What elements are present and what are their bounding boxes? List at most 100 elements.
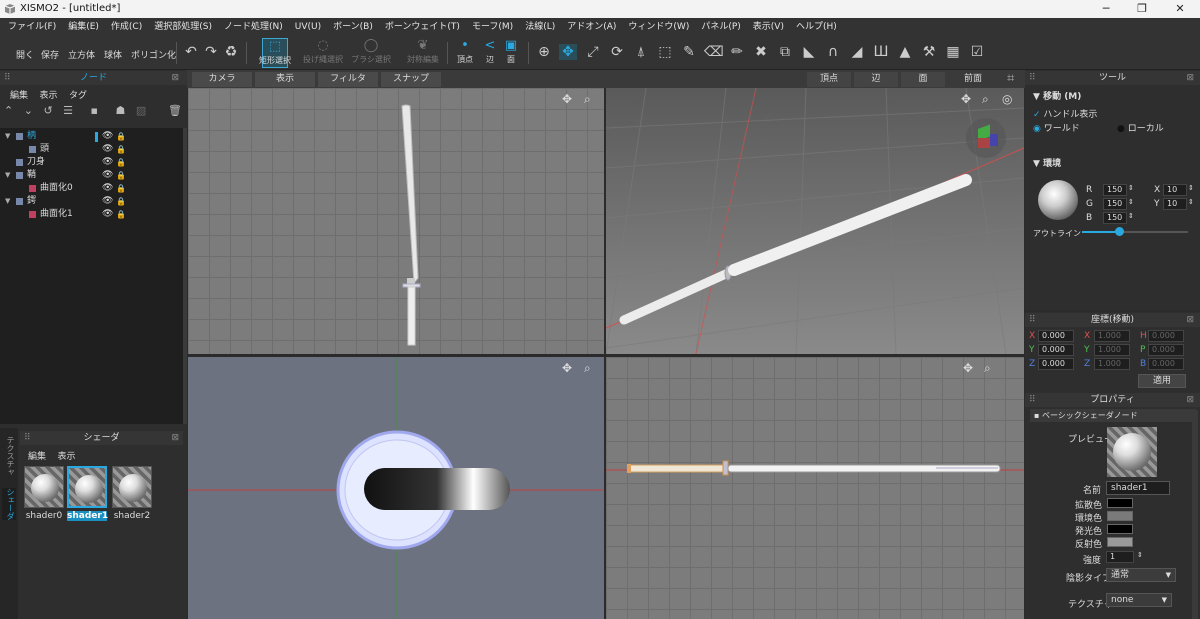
intensity-input[interactable]: 1 <box>1106 551 1134 563</box>
tree-row[interactable]: ▼ 柄 👁 🔒 <box>0 130 183 143</box>
minimize-button[interactable]: ─ <box>1090 0 1122 18</box>
property-scrollbar[interactable] <box>1192 410 1198 619</box>
shade-type-select[interactable]: 通常 ▼ <box>1106 568 1176 582</box>
tree-row[interactable]: ▼ 鍔 👁 🔒 <box>0 195 183 208</box>
pos-y-input[interactable]: 0.000 <box>1038 344 1074 356</box>
trash-icon[interactable]: 🗑 <box>168 104 182 117</box>
save-button[interactable]: 保存 <box>41 48 59 61</box>
menu-panel[interactable]: パネル(P) <box>693 18 744 36</box>
stepper-icon[interactable]: ⇕ <box>1128 212 1134 220</box>
move-up-icon[interactable]: ⌃ <box>4 104 13 117</box>
menu-morph[interactable]: モーフ(M) <box>464 18 517 36</box>
shader-label[interactable]: shader1 <box>67 511 108 521</box>
lock-icon[interactable]: 🔒 <box>116 169 126 182</box>
tree-row[interactable]: ▼ 鞘 👁 🔒 <box>0 169 183 182</box>
outline-slider-track[interactable] <box>1082 227 1188 236</box>
sym-edit-button[interactable]: ❦ 対称編集 <box>407 38 439 68</box>
shader-label[interactable]: shader0 <box>24 511 64 521</box>
polygon-button[interactable]: ポリゴン化 <box>131 48 176 61</box>
visibility-eye-icon[interactable]: 👁 <box>102 156 113 169</box>
menu-create[interactable]: 作成(C) <box>103 18 146 36</box>
shader-swatch[interactable] <box>67 466 107 508</box>
scale-tool-icon[interactable]: ⤢ <box>584 44 602 60</box>
lock-icon[interactable]: 🔒 <box>116 130 126 143</box>
menu-help[interactable]: ヘルプ(H) <box>788 18 841 36</box>
lock-icon[interactable]: 🔒 <box>116 143 126 156</box>
move-tool-icon[interactable]: ✥ <box>559 44 577 60</box>
menu-window[interactable]: ウィンドウ(W) <box>620 18 693 36</box>
expand-arrow-icon[interactable]: ▼ <box>5 195 10 208</box>
pencil-icon[interactable]: ✏ <box>728 44 746 60</box>
shader-menu-edit[interactable]: 編集 <box>28 452 46 462</box>
grid-icon[interactable]: ▪ <box>91 104 98 117</box>
pos-x-input[interactable]: 0.000 <box>1038 330 1074 342</box>
tab-face[interactable]: 面 <box>901 72 945 87</box>
expand-arrow-icon[interactable]: ▼ <box>5 169 10 182</box>
stepper-icon[interactable]: ⇕ <box>1128 184 1134 192</box>
rot-h-input[interactable]: 0.000 <box>1148 330 1184 342</box>
r-input[interactable]: 150 <box>1103 184 1127 196</box>
knife-icon[interactable]: ✖ <box>752 44 770 60</box>
front-view-label[interactable]: 前面 <box>948 72 998 87</box>
scale-z-input[interactable]: 1.000 <box>1094 358 1130 370</box>
maximize-button[interactable]: ❐ <box>1126 0 1158 18</box>
g-input[interactable]: 150 <box>1103 198 1127 210</box>
b-input[interactable]: 150 <box>1103 212 1127 224</box>
cube-button[interactable]: 立方体 <box>68 48 95 61</box>
camera-dropdown[interactable]: カメラ <box>192 72 252 87</box>
viewport-perspective[interactable]: ✥ ⌕ ◎ <box>606 88 1024 354</box>
diffuse-color-swatch[interactable] <box>1107 498 1133 508</box>
local-radio[interactable]: ● ローカル <box>1117 121 1164 134</box>
menu-view[interactable]: 表示(V) <box>745 18 788 36</box>
tree-row[interactable]: 曲面化1 👁 🔒 <box>0 208 183 221</box>
tab-edge[interactable]: 辺 <box>854 72 898 87</box>
bevel-icon[interactable]: ◣ <box>800 44 818 60</box>
panel-close-icon[interactable]: ⊠ <box>171 431 179 445</box>
menu-node[interactable]: ノード処理(N) <box>216 18 287 36</box>
box-icon[interactable]: ▨ <box>136 104 146 117</box>
visibility-eye-icon[interactable]: 👁 <box>102 182 113 195</box>
emissive-color-swatch[interactable] <box>1107 524 1133 534</box>
rect-select-button[interactable]: ⬚ 矩形選択 <box>259 38 291 68</box>
node-menu-tag[interactable]: タグ <box>69 91 87 101</box>
node-menu-view[interactable]: 表示 <box>39 91 57 101</box>
menu-bone-weight[interactable]: ボーンウェイト(T) <box>377 18 464 36</box>
x-input[interactable]: 10 <box>1163 184 1187 196</box>
shader-menu-view[interactable]: 表示 <box>57 452 75 462</box>
extrude-icon[interactable]: ◢ <box>848 44 866 60</box>
filter-dropdown[interactable]: フィルタ <box>318 72 378 87</box>
shader-swatch[interactable] <box>112 466 152 508</box>
visibility-eye-icon[interactable]: 👁 <box>102 169 113 182</box>
env-section-title[interactable]: ▼ 環境 <box>1033 156 1061 169</box>
pos-z-input[interactable]: 0.000 <box>1038 358 1074 370</box>
viewport-top[interactable]: ✥ ⌕ <box>188 357 604 619</box>
name-input[interactable]: shader1 <box>1106 481 1170 495</box>
face-mode-button[interactable]: ▣ 面 <box>498 38 524 68</box>
move-down-icon[interactable]: ⌄ <box>24 104 33 117</box>
menu-file[interactable]: ファイル(F) <box>0 18 60 36</box>
menu-edit[interactable]: 編集(E) <box>60 18 103 36</box>
expand-arrow-icon[interactable]: ▼ <box>5 130 10 143</box>
view-dropdown[interactable]: 表示 <box>255 72 315 87</box>
visibility-eye-icon[interactable]: 👁 <box>102 143 113 156</box>
sphere-button[interactable]: 球体 <box>104 48 122 61</box>
viewport-side[interactable]: ✥ ⌕ <box>606 357 1024 619</box>
lasso-select-button[interactable]: ◌ 投げ縄選択 <box>303 38 343 68</box>
drag-handle-icon[interactable]: ⠿ <box>4 71 11 85</box>
rot-p-input[interactable]: 0.000 <box>1148 344 1184 356</box>
boolean-icon[interactable]: ⧉ <box>776 44 794 60</box>
menu-selection[interactable]: 選択部処理(S) <box>146 18 216 36</box>
stepper-icon[interactable]: ⇕ <box>1128 198 1134 206</box>
specular-color-swatch[interactable] <box>1107 537 1133 547</box>
node-menu-edit[interactable]: 編集 <box>10 91 28 101</box>
users-icon[interactable]: ☗ <box>115 104 125 117</box>
scale-x-input[interactable]: 1.000 <box>1094 330 1130 342</box>
viewport-front[interactable]: ✥ ⌕ <box>188 88 604 354</box>
visibility-eye-icon[interactable]: 👁 <box>102 208 113 221</box>
lock-icon[interactable]: 🔒 <box>116 156 126 169</box>
scale-y-input[interactable]: 1.000 <box>1094 344 1130 356</box>
bag-icon[interactable]: ▲ <box>896 44 914 60</box>
ambient-color-swatch[interactable] <box>1107 511 1133 521</box>
drag-handle-icon[interactable]: ⠿ <box>1029 71 1036 85</box>
panel-close-icon[interactable]: ⊠ <box>1186 313 1194 327</box>
